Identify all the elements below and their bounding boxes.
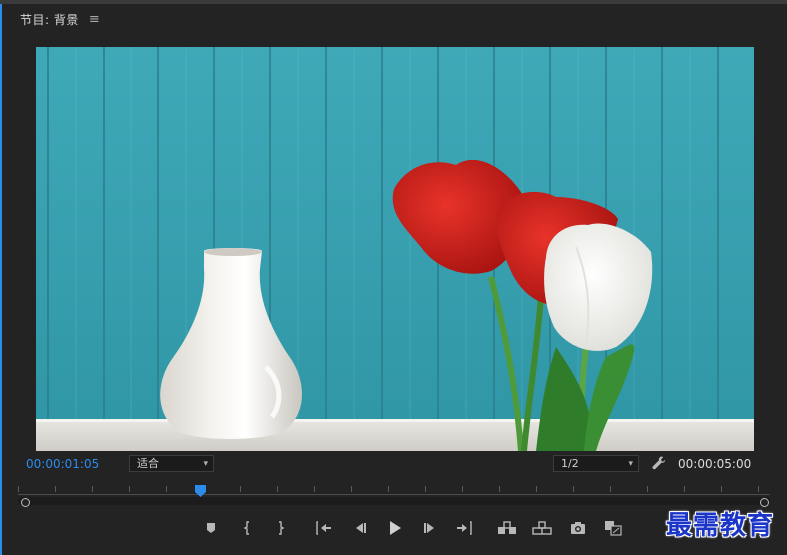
video-frame-image	[36, 47, 754, 451]
ruler-tick	[499, 486, 500, 492]
mark-out-icon	[279, 521, 285, 535]
insert-button[interactable]	[497, 518, 517, 538]
overwrite-button[interactable]	[532, 518, 552, 538]
go-to-in-button[interactable]	[314, 518, 334, 538]
step-back-icon	[356, 523, 366, 533]
program-viewer-frame[interactable]	[36, 47, 754, 451]
ruler-tick	[55, 486, 56, 492]
playhead-timecode[interactable]: 00:00:01:05	[26, 457, 99, 471]
go-to-out-button[interactable]	[454, 518, 474, 538]
timeline-ruler[interactable]	[18, 480, 770, 508]
play-button[interactable]	[385, 518, 405, 538]
wrench-icon[interactable]	[651, 455, 667, 471]
add-marker-button[interactable]	[201, 518, 221, 538]
ruler-tick	[462, 486, 463, 492]
panel-tab-bar: 节目: 背景 ≡	[2, 4, 787, 34]
go-to-out-icon	[457, 521, 472, 535]
zoom-scroll-bar[interactable]	[18, 497, 770, 505]
chevron-down-icon: ▾	[203, 459, 208, 469]
marker-icon	[207, 523, 215, 533]
ruler-tick	[314, 486, 315, 492]
playhead-icon[interactable]	[194, 483, 207, 497]
ruler-tick	[351, 486, 352, 492]
panel-tab-title[interactable]: 节目: 背景	[20, 11, 79, 28]
ruler-tick	[277, 486, 278, 492]
ruler-tick	[684, 486, 685, 492]
ruler-tick	[240, 486, 241, 492]
play-icon	[390, 521, 401, 535]
zoom-level-select[interactable]: 适合 ▾	[129, 455, 214, 472]
ruler-tick	[573, 486, 574, 492]
ruler-tick	[536, 486, 537, 492]
step-back-button[interactable]	[350, 518, 370, 538]
mark-out-button[interactable]	[270, 518, 290, 538]
comparison-view-button[interactable]	[603, 518, 623, 538]
step-forward-button[interactable]	[420, 518, 440, 538]
program-monitor-panel: 节目: 背景 ≡ 00:00:01:05 适合 ▾ 1/2 ▾ 00:00:05…	[0, 0, 787, 555]
ruler-tick	[129, 486, 130, 492]
ruler-tick	[721, 486, 722, 492]
camera-icon	[571, 522, 585, 534]
chevron-down-icon: ▾	[628, 459, 633, 469]
mark-in-icon	[243, 521, 249, 535]
playback-resolution-value: 1/2	[561, 457, 579, 470]
ruler-baseline	[18, 494, 770, 495]
ruler-tick	[610, 486, 611, 492]
ruler-tick	[18, 486, 19, 492]
ruler-tick	[388, 486, 389, 492]
overwrite-icon	[532, 521, 552, 535]
zoom-scroll-handle-left[interactable]	[21, 498, 30, 507]
comparison-view-icon	[605, 521, 622, 536]
ruler-tick	[166, 486, 167, 492]
go-to-in-icon	[316, 521, 331, 535]
panel-menu-icon[interactable]: ≡	[89, 12, 100, 27]
insert-icon	[498, 521, 516, 534]
ruler-tick	[425, 486, 426, 492]
ruler-tick	[758, 486, 759, 492]
ruler-tick	[647, 486, 648, 492]
playback-resolution-select[interactable]: 1/2 ▾	[553, 455, 639, 472]
mark-in-button[interactable]	[238, 518, 258, 538]
ruler-tick	[92, 486, 93, 492]
monitor-info-row: 00:00:01:05 适合 ▾ 1/2 ▾ 00:00:05:00	[0, 454, 787, 474]
zoom-level-value: 适合	[137, 457, 159, 470]
step-forward-icon	[424, 523, 434, 533]
export-frame-button[interactable]	[568, 518, 588, 538]
sequence-duration: 00:00:05:00	[678, 457, 752, 471]
watermark-logo: 最需教育	[666, 511, 775, 541]
